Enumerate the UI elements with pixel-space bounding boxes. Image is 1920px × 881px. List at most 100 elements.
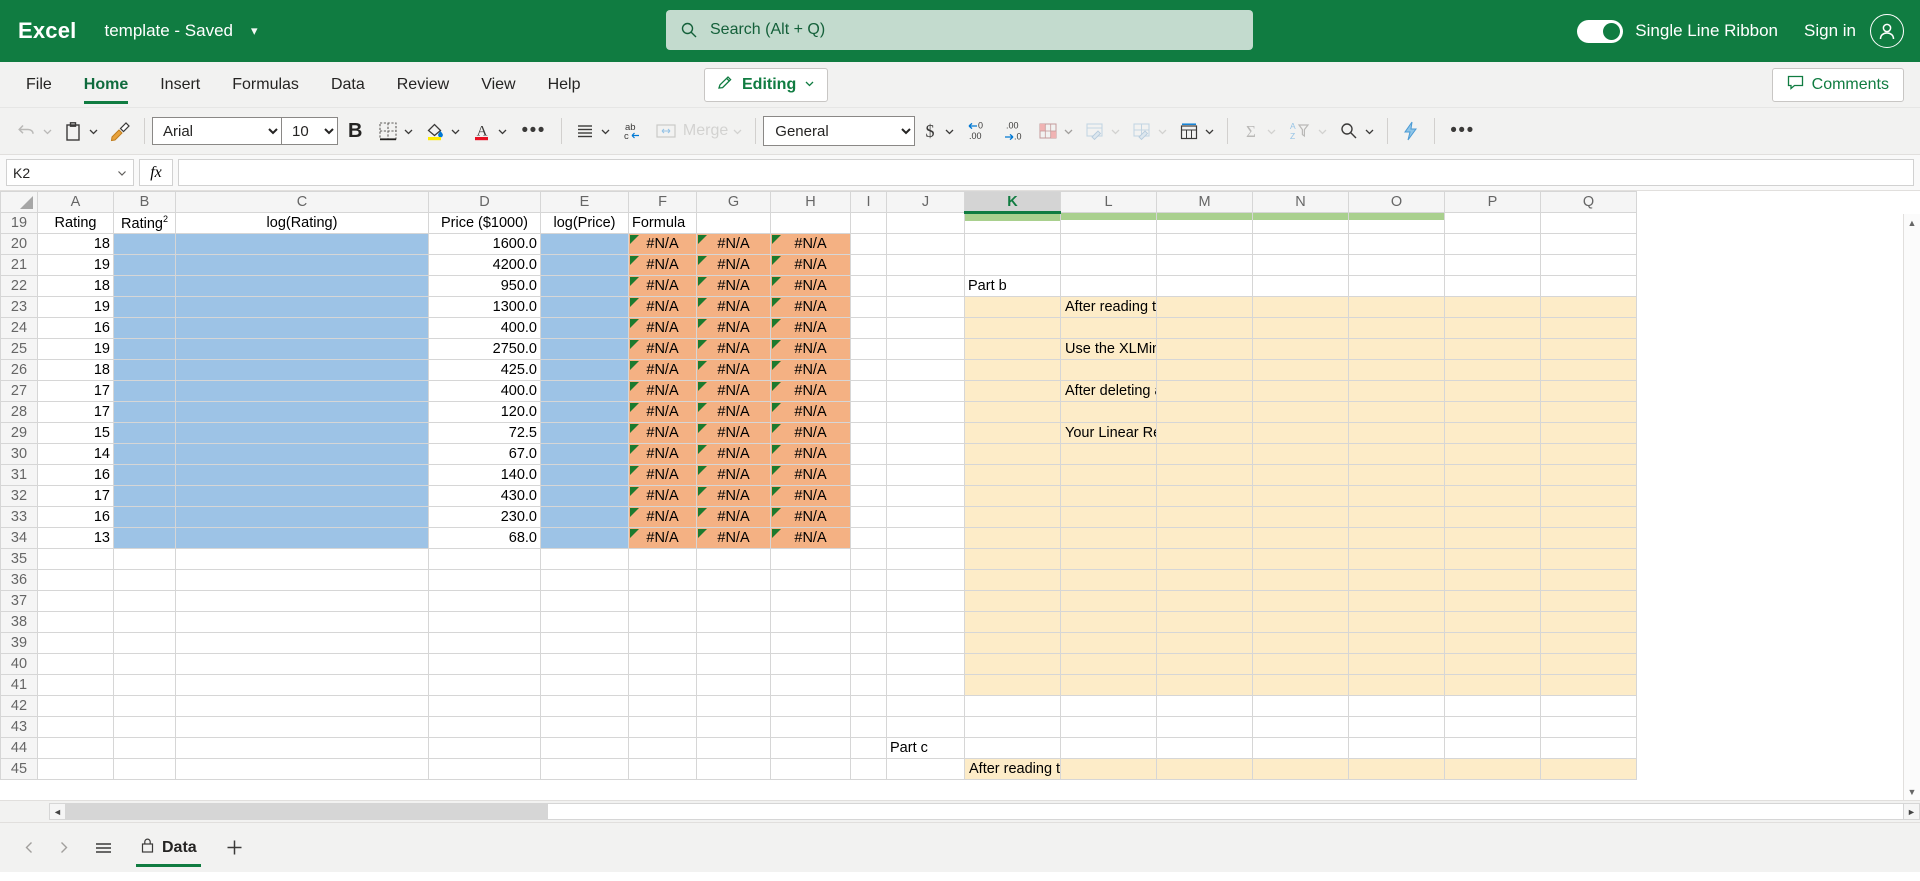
cell-n20[interactable] xyxy=(1252,233,1349,255)
cell-j42[interactable] xyxy=(886,695,965,717)
cell-d19[interactable]: Price ($1000) xyxy=(428,212,541,234)
menu-item-file[interactable]: File xyxy=(10,62,68,108)
insert-function-button[interactable]: fx xyxy=(139,159,173,186)
cell-b25[interactable] xyxy=(113,338,176,360)
cell-g28[interactable]: #N/A xyxy=(696,401,771,423)
cell-h25[interactable]: #N/A xyxy=(770,338,851,360)
single-line-ribbon-toggle[interactable]: Single Line Ribbon xyxy=(1577,19,1778,43)
row-header-28[interactable]: 28 xyxy=(0,401,38,423)
cell-q24[interactable] xyxy=(1540,317,1637,339)
cell-i22[interactable] xyxy=(850,275,887,297)
cell-c33[interactable] xyxy=(175,506,429,528)
cell-n27[interactable] xyxy=(1252,380,1349,402)
cell-j39[interactable] xyxy=(886,632,965,654)
cell-e39[interactable] xyxy=(540,632,629,654)
cell-h44[interactable] xyxy=(770,737,851,759)
cell-o25[interactable] xyxy=(1348,338,1445,360)
cell-f20[interactable]: #N/A xyxy=(628,233,697,255)
cell-a37[interactable] xyxy=(37,590,114,612)
cell-p33[interactable] xyxy=(1444,506,1541,528)
cell-i33[interactable] xyxy=(850,506,887,528)
row-header-31[interactable]: 31 xyxy=(0,464,38,486)
horizontal-scrollbar[interactable]: ◄ ► xyxy=(0,800,1920,822)
cell-q25[interactable] xyxy=(1540,338,1637,360)
row-header-40[interactable]: 40 xyxy=(0,653,38,675)
column-header-k[interactable]: K xyxy=(964,191,1061,214)
cell-l26[interactable] xyxy=(1060,359,1157,381)
chevron-down-icon[interactable] xyxy=(88,126,99,137)
menu-item-data[interactable]: Data xyxy=(315,62,381,108)
cell-n42[interactable] xyxy=(1252,695,1349,717)
cell-j37[interactable] xyxy=(886,590,965,612)
cell-d26[interactable]: 425.0 xyxy=(428,359,541,381)
cell-c44[interactable] xyxy=(175,737,429,759)
cell-a19[interactable]: Rating xyxy=(37,212,114,234)
row-header-38[interactable]: 38 xyxy=(0,611,38,633)
cell-i42[interactable] xyxy=(850,695,887,717)
previous-sheet-button[interactable] xyxy=(12,831,46,865)
cell-d35[interactable] xyxy=(428,548,541,570)
cell-j23[interactable] xyxy=(886,296,965,318)
cell-g45[interactable] xyxy=(696,758,771,780)
cell-j30[interactable] xyxy=(886,443,965,465)
cell-a34[interactable]: 13 xyxy=(37,527,114,549)
row-header-37[interactable]: 37 xyxy=(0,590,38,612)
cell-o34[interactable] xyxy=(1348,527,1445,549)
cell-e32[interactable] xyxy=(540,485,629,507)
scroll-right-button[interactable]: ► xyxy=(1903,803,1920,820)
cell-o37[interactable] xyxy=(1348,590,1445,612)
cell-b28[interactable] xyxy=(113,401,176,423)
cell-m34[interactable] xyxy=(1156,527,1253,549)
row-header-42[interactable]: 42 xyxy=(0,695,38,717)
chevron-down-icon[interactable] xyxy=(732,126,743,137)
chevron-down-icon[interactable] xyxy=(1266,126,1277,137)
row-header-36[interactable]: 36 xyxy=(0,569,38,591)
cell-e44[interactable] xyxy=(540,737,629,759)
cell-j41[interactable] xyxy=(886,674,965,696)
cell-f21[interactable]: #N/A xyxy=(628,254,697,276)
cell-o44[interactable] xyxy=(1348,737,1445,759)
cell-k27[interactable] xyxy=(964,380,1061,402)
cell-j33[interactable] xyxy=(886,506,965,528)
cell-d43[interactable] xyxy=(428,716,541,738)
cell-h43[interactable] xyxy=(770,716,851,738)
cell-p28[interactable] xyxy=(1444,401,1541,423)
decrease-decimal-button[interactable]: 0.00 xyxy=(960,114,996,148)
cell-g35[interactable] xyxy=(696,548,771,570)
cell-d29[interactable]: 72.5 xyxy=(428,422,541,444)
cell-j28[interactable] xyxy=(886,401,965,423)
sheet-tab-data[interactable]: Data xyxy=(128,823,209,873)
sign-in-button[interactable]: Sign in xyxy=(1804,21,1856,41)
fill-color-button[interactable] xyxy=(419,114,466,148)
cell-k34[interactable] xyxy=(964,527,1061,549)
cell-e40[interactable] xyxy=(540,653,629,675)
cell-q22[interactable] xyxy=(1540,275,1637,297)
cell-g27[interactable]: #N/A xyxy=(696,380,771,402)
cell-b22[interactable] xyxy=(113,275,176,297)
cell-g42[interactable] xyxy=(696,695,771,717)
cell-l41[interactable] xyxy=(1060,674,1157,696)
wrap-text-button[interactable]: ab c xyxy=(616,114,650,148)
cell-b26[interactable] xyxy=(113,359,176,381)
comments-button[interactable]: Comments xyxy=(1771,67,1904,102)
cell-g21[interactable]: #N/A xyxy=(696,254,771,276)
cell-g31[interactable]: #N/A xyxy=(696,464,771,486)
cell-k23-instruction[interactable]: After reading these instructions delete … xyxy=(1060,296,1157,318)
cell-d37[interactable] xyxy=(428,590,541,612)
row-header-27[interactable]: 27 xyxy=(0,380,38,402)
cell-h30[interactable]: #N/A xyxy=(770,443,851,465)
title-chevron-down-icon[interactable]: ▾ xyxy=(251,23,258,39)
cell-n21[interactable] xyxy=(1252,254,1349,276)
cell-p41[interactable] xyxy=(1444,674,1541,696)
cell-c43[interactable] xyxy=(175,716,429,738)
cell-m40[interactable] xyxy=(1156,653,1253,675)
cell-k30[interactable] xyxy=(964,443,1061,465)
cell-j20[interactable] xyxy=(886,233,965,255)
search-box[interactable]: Search (Alt + Q) xyxy=(666,10,1253,50)
cell-k31[interactable] xyxy=(964,464,1061,486)
cell-h34[interactable]: #N/A xyxy=(770,527,851,549)
cell-a29[interactable]: 15 xyxy=(37,422,114,444)
row-header-21[interactable]: 21 xyxy=(0,254,38,276)
cell-p45[interactable] xyxy=(1444,758,1541,780)
cell-o35[interactable] xyxy=(1348,548,1445,570)
